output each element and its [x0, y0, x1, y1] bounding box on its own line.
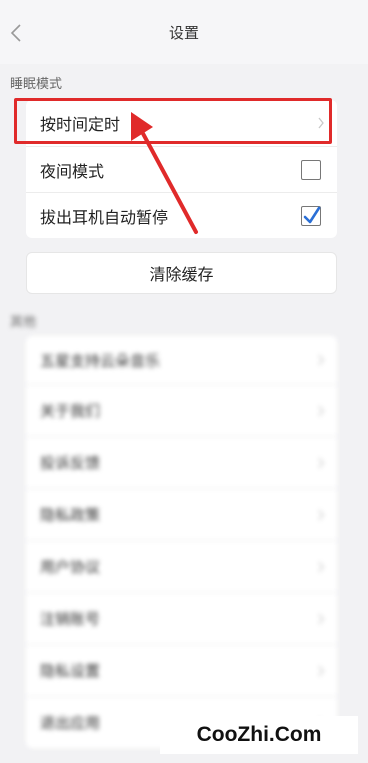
other-row-label: 关于我们	[40, 402, 101, 420]
auto-pause-row[interactable]: 拔出耳机自动暂停	[26, 192, 337, 238]
other-row-label: 退出应用	[40, 714, 101, 732]
annotation-highlight-box	[14, 98, 332, 144]
chevron-right-icon	[318, 613, 324, 624]
chevron-right-icon	[318, 665, 324, 676]
night-mode-label: 夜间模式	[40, 161, 105, 181]
other-row-label: 隐私设置	[40, 662, 101, 680]
checkmark-icon	[303, 206, 321, 223]
auto-pause-label: 拔出耳机自动暂停	[40, 207, 169, 227]
other-settings-card: 五星支持云朵音乐 关于我们 投诉反馈 隐私政策 用户协议 注销账号 隐私设置 退…	[26, 336, 337, 748]
other-row[interactable]: 投诉反馈	[26, 436, 337, 488]
other-row[interactable]: 注销账号	[26, 592, 337, 644]
section-label-other: 其他	[10, 315, 37, 330]
chevron-right-icon	[318, 457, 324, 468]
other-row[interactable]: 隐私政策	[26, 488, 337, 540]
watermark: CooZhi.Com	[160, 716, 358, 754]
chevron-right-icon	[318, 561, 324, 572]
chevron-right-icon	[318, 405, 324, 416]
other-row[interactable]: 用户协议	[26, 540, 337, 592]
section-label-sleep: 睡眠模式	[10, 77, 63, 92]
other-row-label: 用户协议	[40, 558, 101, 576]
other-row[interactable]: 关于我们	[26, 384, 337, 436]
auto-pause-checkbox[interactable]	[301, 205, 321, 226]
chevron-right-icon	[318, 354, 324, 366]
other-row[interactable]: 隐私设置	[26, 644, 337, 696]
other-row-label: 隐私政策	[40, 506, 101, 524]
night-mode-checkbox[interactable]	[301, 159, 321, 180]
other-row-label: 注销账号	[40, 610, 101, 628]
chevron-right-icon	[318, 509, 324, 520]
other-row[interactable]: 五星支持云朵音乐	[26, 336, 337, 384]
night-mode-row[interactable]: 夜间模式	[26, 146, 337, 192]
other-row-label: 五星支持云朵音乐	[40, 351, 161, 370]
clear-cache-button[interactable]: 清除缓存	[26, 252, 337, 294]
page-title: 设置	[168, 24, 199, 42]
other-row-label: 投诉反馈	[40, 454, 101, 472]
top-bar: 设置	[0, 0, 368, 64]
